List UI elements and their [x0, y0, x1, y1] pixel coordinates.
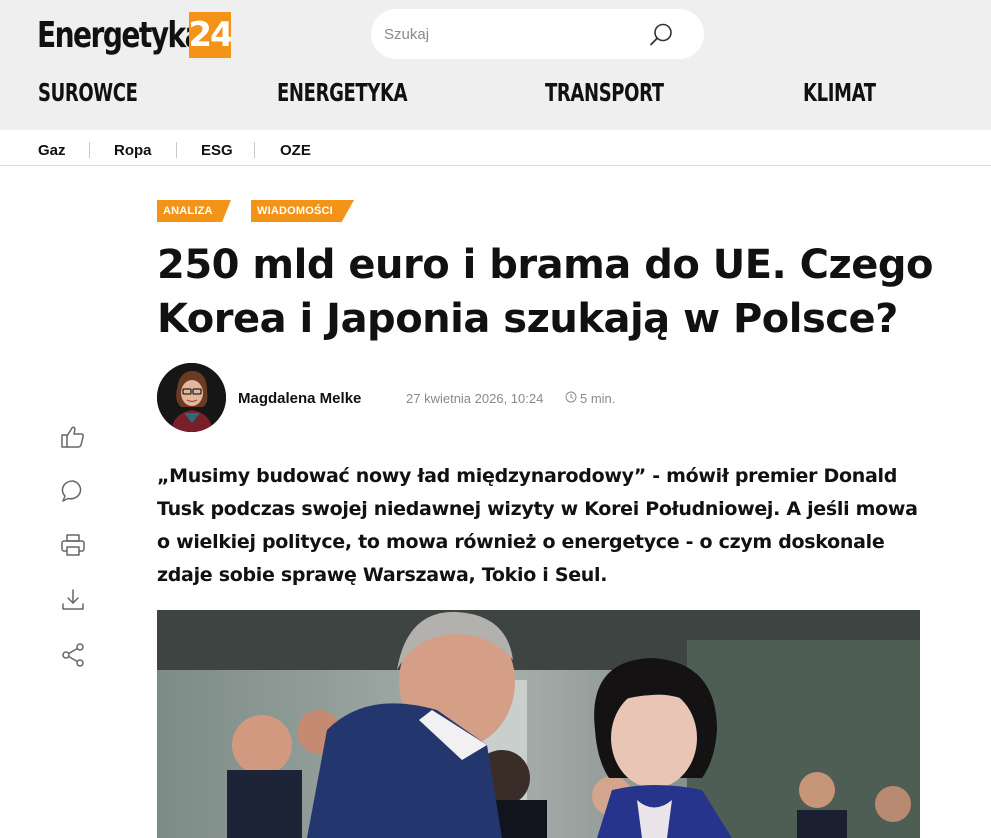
read-time-value: 5 min. — [580, 391, 616, 406]
logo-text: Energetyka — [37, 14, 204, 56]
search-input[interactable] — [384, 22, 634, 46]
search-box — [371, 9, 704, 59]
publish-date: 27 kwietnia 2026, 10:24 — [406, 391, 544, 406]
tag-analiza[interactable]: ANALIZA — [157, 200, 231, 222]
author-avatar[interactable] — [157, 363, 226, 432]
site-logo[interactable]: Energetyka 24 — [37, 11, 234, 59]
tag-wiadomosci[interactable]: WIADOMOŚCI — [251, 200, 354, 222]
sub-nav-item-oze[interactable]: OZE — [280, 142, 311, 159]
read-time: 5 min. — [565, 391, 615, 406]
comment-icon[interactable] — [60, 478, 86, 504]
main-navigation: SUROWCE ENERGETYKA TRANSPORT KLIMAT — [0, 78, 991, 108]
nav-item-surowce[interactable]: SUROWCE — [38, 78, 138, 107]
author-name[interactable]: Magdalena Melke — [238, 390, 361, 407]
download-icon[interactable] — [60, 587, 86, 613]
sub-nav-item-ropa[interactable]: Ropa — [114, 142, 152, 159]
nav-item-energetyka[interactable]: ENERGETYKA — [277, 78, 408, 107]
share-icon[interactable] — [60, 642, 86, 668]
like-icon[interactable] — [60, 424, 86, 450]
sub-navigation: Gaz Ropa ESG OZE — [0, 130, 991, 166]
sub-nav-item-gaz[interactable]: Gaz — [38, 142, 66, 159]
sub-nav-divider — [89, 142, 90, 158]
sub-nav-divider — [254, 142, 255, 158]
sub-nav-item-esg[interactable]: ESG — [201, 142, 233, 159]
clock-icon — [565, 391, 577, 406]
article-lead: „Musimy budować nowy ład międzynarodowy”… — [157, 465, 918, 586]
nav-item-klimat[interactable]: KLIMAT — [803, 78, 876, 107]
site-header: Energetyka 24 SUROWCE ENERGETYKA TRANSPO… — [0, 0, 991, 130]
nav-item-transport[interactable]: TRANSPORT — [545, 78, 664, 107]
logo-number-badge: 24 — [188, 12, 234, 58]
search-icon[interactable] — [648, 22, 674, 48]
article-main-photo — [157, 610, 920, 838]
sub-nav-divider — [176, 142, 177, 158]
article-title: 250 mld euro i brama do UE. Czego Korea … — [157, 242, 934, 342]
print-icon[interactable] — [60, 532, 86, 558]
